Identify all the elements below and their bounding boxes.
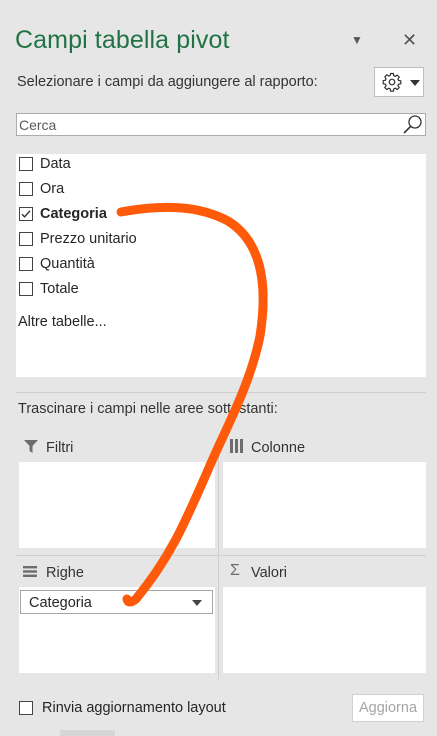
field-checkbox[interactable] (19, 182, 33, 196)
task-pane-options-chevron-icon[interactable]: ▼ (351, 33, 363, 47)
search-input[interactable] (19, 116, 399, 133)
tools-button[interactable] (374, 67, 424, 97)
filters-area-label: Filtri (46, 440, 74, 456)
search-icon[interactable] (402, 113, 424, 135)
field-label: Quantità (40, 256, 95, 272)
field-item-categoria[interactable]: Categoria (16, 206, 316, 226)
filter-icon (24, 440, 38, 453)
filters-drop-area[interactable] (19, 462, 215, 548)
field-label: Prezzo unitario (40, 231, 137, 247)
field-checkbox[interactable] (19, 157, 33, 171)
defer-update-label: Rinvia aggiornamento layout (42, 700, 226, 716)
defer-update-checkbox[interactable] (19, 701, 33, 715)
rows-field-label: Categoria (29, 595, 92, 611)
values-area-label: Valori (251, 565, 287, 581)
columns-drop-area[interactable] (223, 462, 426, 548)
values-drop-area[interactable] (223, 587, 426, 673)
field-item-data[interactable]: Data (16, 156, 316, 176)
choose-fields-label: Selezionare i campi da aggiungere al rap… (17, 74, 318, 90)
checkmark-icon (21, 210, 31, 218)
search-box[interactable] (16, 113, 426, 136)
rows-area-label: Righe (46, 565, 84, 581)
rows-field-categoria[interactable]: Categoria (20, 590, 213, 614)
areas-vertical-divider (218, 436, 219, 680)
update-button[interactable]: Aggiorna (352, 694, 424, 722)
sigma-icon: Σ (230, 562, 240, 579)
drag-instruction: Trascinare i campi nelle aree sottostant… (18, 401, 278, 417)
field-checkbox[interactable] (19, 232, 33, 246)
field-item-prezzo-unitario[interactable]: Prezzo unitario (16, 231, 316, 251)
close-icon[interactable]: ✕ (402, 30, 417, 51)
field-label: Data (40, 156, 71, 172)
columns-area-label: Colonne (251, 440, 306, 456)
field-checkbox[interactable] (19, 282, 33, 296)
field-list: Data Ora Categoria Prezzo unitario Quant… (16, 154, 426, 377)
more-tables-link[interactable]: Altre tabelle... (18, 314, 107, 330)
chevron-down-icon (410, 80, 420, 86)
gear-icon (382, 72, 402, 92)
field-item-ora[interactable]: Ora (16, 181, 316, 201)
panel-title: Campi tabella pivot (15, 26, 230, 54)
field-label: Ora (40, 181, 65, 197)
columns-icon (230, 439, 243, 453)
chevron-down-icon[interactable] (192, 600, 202, 606)
field-label: Categoria (40, 206, 107, 222)
field-label: Totale (40, 281, 79, 297)
field-checkbox[interactable] (19, 257, 33, 271)
section-divider (16, 392, 426, 393)
areas-horizontal-divider (16, 555, 426, 556)
rows-icon (23, 566, 37, 577)
field-item-totale[interactable]: Totale (16, 281, 316, 301)
field-item-quantita[interactable]: Quantità (16, 256, 316, 276)
field-checkbox-checked[interactable] (19, 207, 33, 221)
resize-handle[interactable] (60, 730, 115, 736)
